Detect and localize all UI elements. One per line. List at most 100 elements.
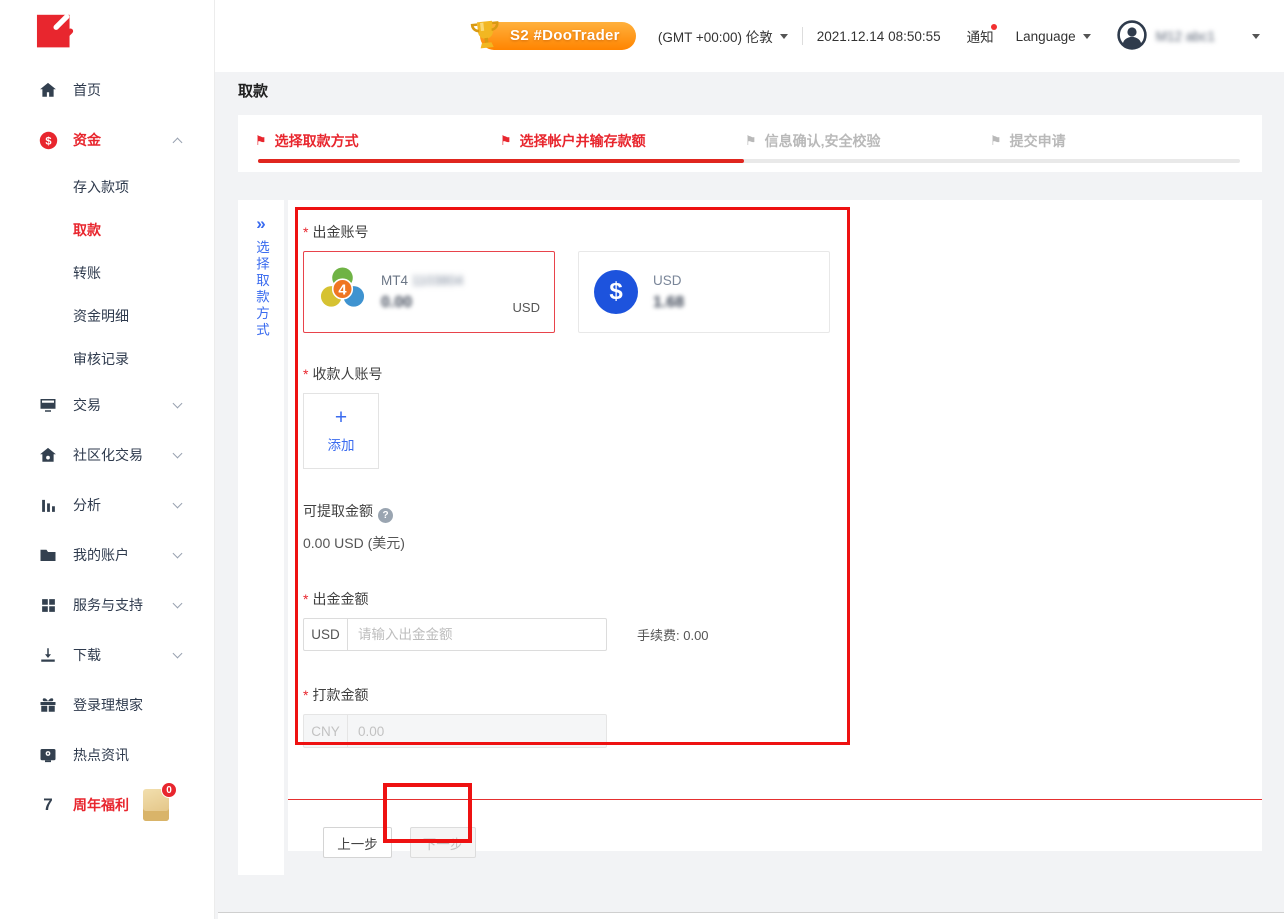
add-payee-button[interactable]: + 添加 (303, 393, 379, 469)
caret-down-icon (1252, 34, 1260, 39)
language-label: Language (1016, 29, 1076, 44)
fee-label: 手续费: 0.00 (637, 625, 709, 644)
grid-icon (38, 597, 58, 614)
required-mark: * (303, 687, 308, 703)
content-area: 取款 ⚑ 选择取款方式 ⚑ 选择帐户并输存款额 ⚑ 信息确认,安全校验 ⚑ 提交… (215, 72, 1284, 919)
news-pin-icon (38, 746, 58, 764)
previous-step-button[interactable]: 上一步 (323, 827, 392, 858)
withdraw-amount-input[interactable] (348, 619, 606, 650)
withdraw-amount-row: USD 手续费: 0.00 (303, 618, 1262, 651)
top-bar: S2 #DooTrader (GMT +00:00) 伦敦 2021.12.14… (215, 0, 1284, 72)
language-selector[interactable]: Language (1016, 29, 1091, 44)
sidebar-item-funds[interactable]: $ 资金 (0, 115, 214, 165)
sidebar-item-label: 登录理想家 (73, 695, 143, 715)
notifications-label: 通知 (967, 26, 994, 46)
doo-prime-logo[interactable] (36, 10, 82, 56)
app-window: 首页 $ 资金 存入款项 取款 转账 资金明细 审核记录 交易 (0, 0, 1284, 919)
user-menu[interactable]: M12 abc1 (1117, 20, 1215, 53)
account-name: MT4 1103804 (381, 273, 463, 288)
timezone-label: (GMT +00:00) 伦敦 (658, 26, 773, 46)
sidebar-item-transfer[interactable]: 转账 (0, 251, 214, 294)
add-label: 添加 (328, 434, 355, 454)
community-home-icon (38, 446, 58, 464)
sidebar-item-label: 审核记录 (73, 349, 129, 369)
flag-icon: ⚑ (255, 133, 267, 149)
sidebar-item-audit-records[interactable]: 审核记录 (0, 337, 214, 380)
step-label: 提交申请 (1010, 131, 1066, 151)
payout-amount-label: *打款金额 (303, 685, 1262, 705)
sidebar-item-label: 分析 (73, 495, 101, 515)
sidebar-item-label: 交易 (73, 395, 101, 415)
chevron-down-icon (173, 399, 183, 409)
required-mark: * (303, 366, 308, 382)
notification-dot (991, 24, 997, 30)
withdrawable-amount-label: 可提取金额? (303, 501, 1262, 523)
account-dropdown[interactable] (1245, 34, 1260, 39)
chevron-up-icon (173, 138, 183, 148)
sidebar-item-label: 存入款项 (73, 177, 129, 197)
sidebar-item-lixianjia[interactable]: 登录理想家 (0, 680, 214, 730)
funds-dollar-icon: $ (38, 131, 58, 150)
page-title: 取款 (238, 82, 1262, 102)
sidebar-item-download[interactable]: 下载 (0, 630, 214, 680)
currency-prefix: CNY (304, 715, 348, 747)
chevron-down-icon (173, 449, 183, 459)
chevron-down-icon (173, 499, 183, 509)
datetime-label: 2021.12.14 08:50:55 (817, 29, 941, 44)
sidebar-item-deposit[interactable]: 存入款项 (0, 165, 214, 208)
flag-icon: ⚑ (745, 133, 757, 149)
steps-bar: ⚑ 选择取款方式 ⚑ 选择帐户并输存款额 ⚑ 信息确认,安全校验 ⚑ 提交申请 (238, 115, 1262, 172)
trade-icon (38, 396, 58, 414)
account-card-mt4[interactable]: 4 MT4 1103804 0.00 USD (303, 251, 555, 333)
sidebar-item-anniversary[interactable]: 7 周年福利 0 (0, 780, 214, 830)
step-label: 选择帐户并输存款额 (520, 131, 646, 151)
logo-icon (36, 10, 82, 56)
server-datetime: 2021.12.14 08:50:55 (817, 29, 941, 44)
step-label: 选择取款方式 (275, 131, 359, 151)
withdraw-amount-group: USD (303, 618, 607, 651)
flag-icon: ⚑ (990, 133, 1002, 149)
divider (802, 27, 803, 45)
account-info: MT4 1103804 0.00 (381, 272, 513, 312)
payout-amount-group: CNY (303, 714, 607, 748)
sidebar-item-services-support[interactable]: 服务与支持 (0, 580, 214, 630)
download-icon (38, 646, 58, 664)
sidebar-item-trade[interactable]: 交易 (0, 380, 214, 430)
sidebar-item-label: 取款 (73, 220, 101, 240)
chevron-down-icon (173, 549, 183, 559)
folder-icon (38, 546, 58, 564)
steps-progress-track (258, 159, 1240, 163)
bar-chart-icon (38, 497, 58, 514)
currency-prefix: USD (304, 619, 348, 650)
withdraw-form-card: *出金账号 4 (288, 200, 1262, 851)
sidebar-item-community-trading[interactable]: 社区化交易 (0, 430, 214, 480)
sidebar-item-label: 服务与支持 (73, 595, 143, 615)
sidebar-item-hot-news[interactable]: 热点资讯 (0, 730, 214, 780)
help-icon[interactable]: ? (378, 508, 393, 523)
gift-icon (38, 696, 58, 714)
sidebar-item-label: 下载 (73, 645, 101, 665)
sidebar-item-withdraw[interactable]: 取款 (0, 208, 214, 251)
svg-text:4: 4 (338, 282, 347, 298)
account-balance: 1.68 (653, 294, 815, 312)
sidebar-item-home[interactable]: 首页 (0, 65, 214, 115)
usd-dollar-icon: $ (594, 270, 638, 314)
red-packet-icon[interactable]: 0 (143, 789, 169, 821)
notifications-button[interactable]: 通知 (967, 26, 994, 46)
collapse-tab[interactable]: » 选择取款方式 (238, 200, 284, 875)
account-card-usd-wallet[interactable]: $ USD 1.68 (578, 251, 830, 333)
dootrader-badge[interactable]: S2 #DooTrader (468, 17, 636, 56)
sidebar-item-analysis[interactable]: 分析 (0, 480, 214, 530)
timezone-selector[interactable]: (GMT +00:00) 伦敦 (658, 26, 788, 46)
sidebar-item-fund-details[interactable]: 资金明细 (0, 294, 214, 337)
sidebar-item-my-account[interactable]: 我的账户 (0, 530, 214, 580)
next-step-button[interactable]: 下一步 (410, 827, 476, 858)
payout-amount-row: CNY (303, 714, 1262, 748)
sidebar-item-label: 热点资讯 (73, 745, 129, 765)
withdraw-account-label: *出金账号 (303, 222, 1262, 242)
username-label: M12 abc1 (1156, 29, 1215, 44)
envelope-count-badge: 0 (161, 782, 177, 798)
account-balance: 0.00 (381, 294, 513, 312)
avatar (1117, 20, 1147, 53)
withdrawable-amount-value: 0.00 USD (美元) (303, 533, 1262, 553)
